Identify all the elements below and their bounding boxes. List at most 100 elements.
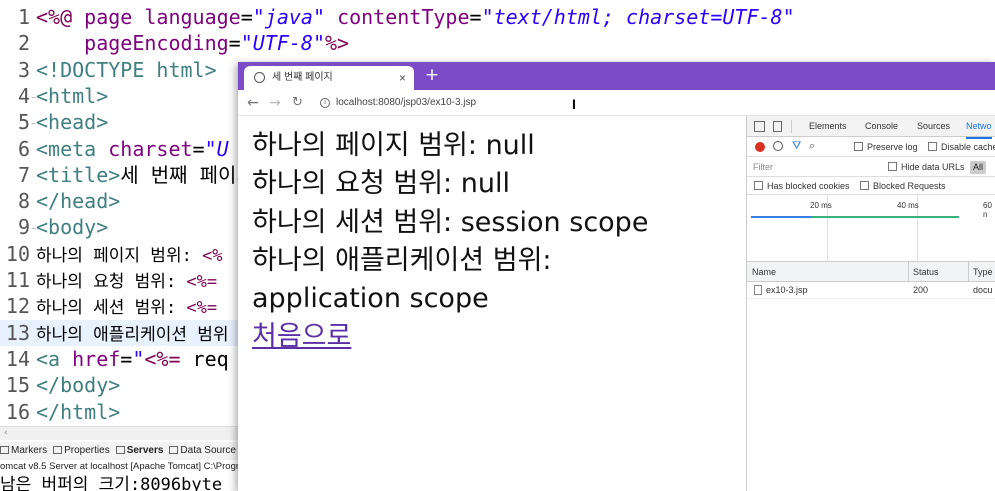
browser-tab[interactable]: 세 번째 페이지 × bbox=[244, 66, 414, 90]
code-token: <%= bbox=[186, 272, 218, 292]
code-token: </head> bbox=[36, 189, 121, 214]
disable-cache-label: Disable cache bbox=[941, 142, 995, 152]
line-number: 9 bbox=[17, 215, 30, 240]
divider bbox=[791, 120, 792, 133]
code-token: page bbox=[84, 5, 145, 29]
line-number: 15 bbox=[5, 373, 30, 398]
code-token: " bbox=[132, 346, 145, 371]
code-line[interactable]: 1 <%@ page language="java" contentType="t… bbox=[0, 4, 995, 30]
clear-icon[interactable] bbox=[773, 141, 783, 151]
address-bar[interactable]: i localhost:8080/jsp03/ex10-3.jsp I bbox=[314, 93, 995, 113]
eclipse-tab[interactable]: Data Source Explo bbox=[169, 445, 240, 456]
column-name[interactable]: Name bbox=[752, 262, 776, 282]
reload-icon[interactable]: ↻ bbox=[292, 94, 303, 112]
code-token: <%= bbox=[144, 346, 181, 371]
filter-icon[interactable]: ⛛ bbox=[792, 140, 801, 152]
timeline-request-bar bbox=[751, 216, 811, 218]
eclipse-tab[interactable]: Properties bbox=[53, 445, 110, 456]
table-row[interactable]: ex10-3.jsp 200 docu bbox=[747, 282, 995, 299]
has-blocked-cookies-checkbox[interactable] bbox=[754, 181, 763, 190]
hide-data-urls-checkbox[interactable] bbox=[888, 162, 897, 171]
preserve-log-checkbox[interactable] bbox=[854, 142, 863, 151]
line-number: 14 bbox=[5, 346, 30, 371]
code-token: <html> bbox=[36, 83, 109, 108]
code-token: <head> bbox=[36, 110, 109, 135]
blocked-requests-label: Blocked Requests bbox=[873, 181, 946, 191]
line-number: 10 bbox=[5, 241, 30, 266]
code-token: <!DOCTYPE html> bbox=[36, 57, 217, 82]
network-timeline[interactable]: 20 ms 40 ms 60 n bbox=[747, 195, 995, 262]
line-number: 6 bbox=[17, 136, 30, 161]
eclipse-tab-label: Data Source Explo bbox=[180, 445, 240, 456]
timeline-tick: 20 ms bbox=[810, 201, 832, 210]
network-table-header: Name Status Type bbox=[747, 262, 995, 282]
forward-arrow-icon[interactable]: → bbox=[269, 94, 281, 112]
record-icon[interactable] bbox=[755, 142, 765, 152]
column-status[interactable]: Status bbox=[913, 262, 939, 282]
inspect-icon[interactable] bbox=[754, 121, 765, 132]
console-output: 남은 버퍼의 크기:8096byte bbox=[0, 475, 223, 491]
code-token: "UTF-8" bbox=[240, 31, 326, 56]
code-token: pageEncoding bbox=[84, 31, 229, 56]
eclipse-tab-label: Markers bbox=[11, 445, 48, 456]
request-type: docu bbox=[973, 285, 993, 295]
code-token: = bbox=[240, 5, 253, 29]
code-token: contentType bbox=[337, 5, 470, 29]
application-scope-label: 하나의 애플리케이션 범위: bbox=[252, 245, 552, 276]
code-line[interactable]: 2 pageEncoding="UTF-8"%> bbox=[0, 30, 995, 56]
column-divider bbox=[908, 262, 909, 282]
close-tab-icon[interactable]: × bbox=[399, 66, 406, 90]
device-toolbar-icon[interactable] bbox=[773, 121, 782, 132]
line-number: 8 bbox=[17, 189, 30, 214]
info-icon[interactable]: i bbox=[320, 98, 330, 108]
page-scope-text: 하나의 페이지 범위: null bbox=[252, 130, 535, 161]
code-token: href bbox=[72, 346, 121, 371]
request-scope-text: 하나의 요청 범위: null bbox=[252, 168, 510, 199]
timeline-tick: 60 n bbox=[983, 201, 992, 219]
tab-elements[interactable]: Elements bbox=[809, 116, 847, 137]
code-token: </html> bbox=[36, 399, 121, 424]
horizontal-scrollbar[interactable]: ‹ bbox=[0, 426, 240, 440]
tab-console[interactable]: Console bbox=[865, 116, 898, 137]
filter-input[interactable]: Filter bbox=[751, 160, 879, 174]
scroll-left-icon[interactable]: ‹ bbox=[4, 428, 8, 438]
code-token: = bbox=[120, 346, 133, 371]
column-type[interactable]: Type bbox=[973, 262, 993, 282]
line-number: 4 bbox=[17, 83, 30, 108]
code-token: "text/html; charset=UTF-8" bbox=[481, 5, 795, 29]
browser-tab-bar: 세 번째 페이지 × + bbox=[238, 62, 995, 90]
column-divider bbox=[968, 262, 969, 282]
all-filter-button[interactable]: All bbox=[970, 161, 987, 174]
home-link[interactable]: 처음으로 bbox=[252, 321, 351, 352]
back-arrow-icon[interactable]: ← bbox=[247, 94, 259, 112]
server-status-line: omcat v8.5 Server at localhost [Apache T… bbox=[0, 461, 240, 472]
blocked-requests-checkbox[interactable] bbox=[860, 181, 869, 190]
line-number: 13 bbox=[5, 320, 30, 345]
tab-network[interactable]: Netwo bbox=[966, 116, 992, 139]
eclipse-tab-label: Properties bbox=[64, 445, 110, 456]
code-token: </body> bbox=[36, 373, 121, 398]
new-tab-button[interactable]: + bbox=[422, 64, 442, 86]
eclipse-tab[interactable]: Servers bbox=[115, 445, 163, 456]
view-icon bbox=[53, 446, 63, 454]
eclipse-tab[interactable]: Markers bbox=[0, 445, 47, 456]
code-token: "U bbox=[204, 136, 229, 161]
devtools-panel: Elements Console Sources Netwo ⛛ ⌕ Prese… bbox=[746, 116, 995, 491]
hide-data-urls-label: Hide data URLs bbox=[901, 162, 965, 172]
line-number: 7 bbox=[17, 162, 30, 187]
search-icon[interactable]: ⌕ bbox=[809, 140, 815, 152]
code-token: = bbox=[228, 31, 241, 56]
tab-title: 세 번째 페이지 bbox=[272, 72, 333, 83]
code-token: 세 번째 페이지 bbox=[120, 162, 255, 187]
code-token: <title> bbox=[36, 162, 121, 187]
tab-sources[interactable]: Sources bbox=[917, 116, 950, 137]
code-token: 하나의 세션 범위: bbox=[36, 298, 187, 319]
code-token: <%= bbox=[186, 298, 218, 319]
code-token: charset bbox=[108, 136, 193, 161]
code-token: = bbox=[469, 5, 482, 29]
code-token: "java" bbox=[252, 5, 326, 29]
has-blocked-cookies-label: Has blocked cookies bbox=[767, 181, 850, 191]
page-content: 하나의 페이지 범위: null 하나의 요청 범위: null 하나의 세션 … bbox=[238, 116, 746, 491]
disable-cache-checkbox[interactable] bbox=[928, 142, 937, 151]
view-icon bbox=[0, 446, 9, 454]
